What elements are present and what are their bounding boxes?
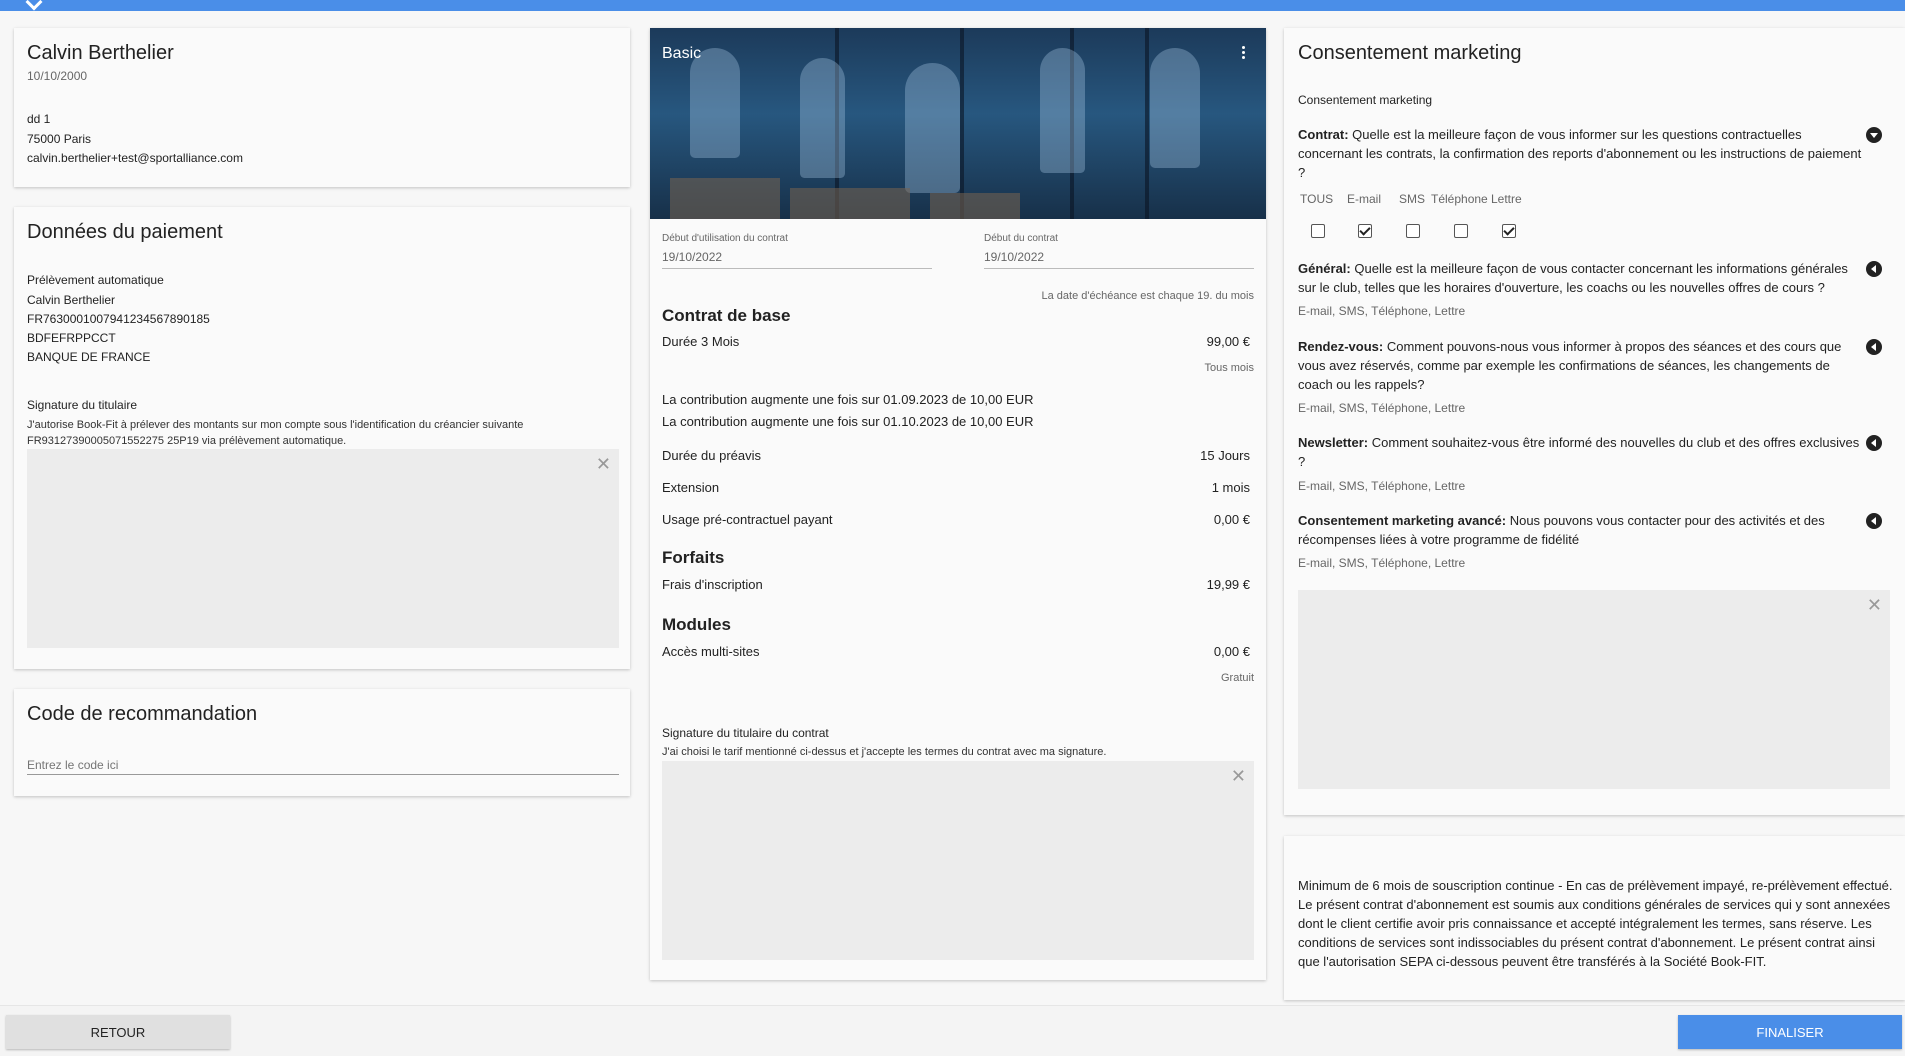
payment-signature-pad[interactable]: ✕ xyxy=(27,449,619,648)
contract-signature-text: J'ai choisi le tarif mentionné ci-dessus… xyxy=(662,746,1107,758)
chevron-down-icon[interactable] xyxy=(25,0,43,11)
payment-signature-text: J'autorise Book-Fit à prélever des monta… xyxy=(27,419,524,447)
marketing-title: Consentement marketing xyxy=(1298,42,1522,64)
pref-general-text: Quelle est la meilleure façon de vous co… xyxy=(1298,261,1848,295)
pref-advanced: Consentement marketing avancé: Nous pouv… xyxy=(1298,511,1868,549)
checkbox-channel-sms[interactable] xyxy=(1406,224,1420,238)
forfaits-title: Forfaits xyxy=(662,548,725,567)
payment-bic: BDFEFRPPCCT xyxy=(27,331,116,345)
contract-start-label: Début du contrat xyxy=(984,233,1058,244)
plan-name: Basic xyxy=(662,45,702,62)
inscription-label: Frais d'inscription xyxy=(662,577,763,592)
precontract-label: Usage pré-contractuel payant xyxy=(662,512,833,527)
contract-start-value: 19/10/2022 xyxy=(984,250,1045,264)
payment-bank: BANQUE DE FRANCE xyxy=(27,350,151,364)
payment-title: Données du paiement xyxy=(27,221,223,243)
chevron-left-icon[interactable] xyxy=(1866,435,1882,451)
precontract-value: 0,00 € xyxy=(1213,512,1250,527)
duration-price: 99,00 € xyxy=(1206,334,1250,349)
plan-banner-image: Basic xyxy=(650,28,1266,219)
checkbox-channel-letter[interactable] xyxy=(1502,224,1516,238)
channel-all-label: TOUS xyxy=(1300,192,1334,206)
client-address-line2: 75000 Paris xyxy=(27,132,92,146)
payment-method: Prélèvement automatique xyxy=(27,273,164,287)
multisite-note: Gratuit xyxy=(1220,672,1254,684)
pref-general-channels: E-mail, SMS, Téléphone, Lettre xyxy=(1298,304,1466,318)
pref-newsletter-text: Comment souhaitez-vous être informé des … xyxy=(1298,435,1860,469)
duration-period: Tous mois xyxy=(1204,362,1254,374)
pref-newsletter-label: Newsletter: xyxy=(1298,435,1369,450)
top-app-bar xyxy=(0,0,1905,11)
referral-code-input[interactable] xyxy=(27,755,619,775)
inscription-value: 19,99 € xyxy=(1206,577,1250,592)
duration-label: Durée 3 Mois xyxy=(662,334,740,349)
pref-appointment-label: Rendez-vous: xyxy=(1298,339,1384,354)
extension-label: Extension xyxy=(662,480,720,495)
footer-bar xyxy=(0,1005,1905,1056)
multisite-label: Accès multi-sites xyxy=(662,644,760,659)
usage-start-value: 19/10/2022 xyxy=(662,250,723,264)
pref-general: Général: Quelle est la meilleure façon d… xyxy=(1298,259,1868,297)
payment-signature-label: Signature du titulaire xyxy=(27,398,138,412)
close-icon[interactable]: ✕ xyxy=(1867,596,1882,614)
usage-start-label: Début d'utilisation du contrat xyxy=(662,233,788,244)
referral-title: Code de recommandation xyxy=(27,703,258,725)
client-address-line1: dd 1 xyxy=(27,112,51,126)
payment-card: Données du paiement Prélèvement automati… xyxy=(14,207,630,669)
chevron-left-icon[interactable] xyxy=(1866,513,1882,529)
contract-signature-pad[interactable]: ✕ xyxy=(662,761,1254,960)
pref-newsletter-channels: E-mail, SMS, Téléphone, Lettre xyxy=(1298,479,1466,493)
pref-general-label: Général: xyxy=(1298,261,1351,276)
base-contract-title: Contrat de base xyxy=(662,306,791,325)
marketing-subtitle: Consentement marketing xyxy=(1298,93,1433,107)
pref-advanced-channels: E-mail, SMS, Téléphone, Lettre xyxy=(1298,556,1466,570)
channel-letter-label: Lettre xyxy=(1491,192,1522,206)
payment-iban: FR7630001007941234567890185 xyxy=(27,312,210,326)
close-icon[interactable]: ✕ xyxy=(596,455,611,473)
more-vert-icon[interactable] xyxy=(1242,46,1246,61)
contract-signature-label: Signature du titulaire du contrat xyxy=(662,726,829,740)
pref-newsletter: Newsletter: Comment souhaitez-vous être … xyxy=(1298,433,1868,471)
terms-text: Minimum de 6 mois de souscription contin… xyxy=(1298,878,1893,969)
finish-button[interactable]: FINALISER xyxy=(1678,1015,1902,1049)
chevron-down-icon[interactable] xyxy=(1866,127,1882,143)
channel-sms-label: SMS xyxy=(1399,192,1426,206)
notice-value: 15 Jours xyxy=(1200,448,1250,463)
client-birthdate: 10/10/2000 xyxy=(27,69,88,83)
checkbox-channel-all[interactable] xyxy=(1311,224,1325,238)
pref-appointment-channels: E-mail, SMS, Téléphone, Lettre xyxy=(1298,401,1466,415)
marketing-card: Consentement marketing Consentement mark… xyxy=(1284,28,1905,815)
close-icon[interactable]: ✕ xyxy=(1231,767,1246,785)
terms-card: Minimum de 6 mois de souscription contin… xyxy=(1284,836,1905,1000)
due-date-note: La date d'échéance est chaque 19. du moi… xyxy=(1041,290,1254,302)
modules-title: Modules xyxy=(662,615,731,634)
checkbox-channel-email[interactable] xyxy=(1358,224,1372,238)
client-name: Calvin Berthelier xyxy=(27,42,174,64)
pref-contract: Contrat: Quelle est la meilleure façon d… xyxy=(1298,125,1868,182)
checkbox-channel-phone[interactable] xyxy=(1454,224,1468,238)
marketing-signature-pad[interactable]: ✕ xyxy=(1298,590,1890,789)
channel-email-label: E-mail xyxy=(1347,192,1382,206)
notice-label: Durée du préavis xyxy=(662,448,761,463)
back-button[interactable]: RETOUR xyxy=(6,1015,230,1049)
payment-holder: Calvin Berthelier xyxy=(27,293,116,307)
increase-2: La contribution augmente une fois sur 01… xyxy=(662,414,1034,429)
contract-card: Basic Début d'utilisation du contrat 19/… xyxy=(650,28,1266,980)
extension-value: 1 mois xyxy=(1211,480,1250,495)
client-card: Calvin Berthelier 10/10/2000 dd 1 75000 … xyxy=(14,28,630,187)
client-email: calvin.berthelier+test@sportalliance.com xyxy=(27,151,243,165)
channel-phone-label: Téléphone xyxy=(1431,192,1488,206)
pref-contract-text: Quelle est la meilleure façon de vous in… xyxy=(1298,127,1862,180)
chevron-left-icon[interactable] xyxy=(1866,261,1882,277)
pref-contract-label: Contrat: xyxy=(1298,127,1349,142)
increase-1: La contribution augmente une fois sur 01… xyxy=(662,392,1034,407)
referral-card: Code de recommandation xyxy=(14,689,630,796)
pref-appointment: Rendez-vous: Comment pouvons-nous vous i… xyxy=(1298,337,1868,394)
pref-advanced-label: Consentement marketing avancé: xyxy=(1298,513,1507,528)
multisite-value: 0,00 € xyxy=(1213,644,1250,659)
chevron-left-icon[interactable] xyxy=(1866,339,1882,355)
